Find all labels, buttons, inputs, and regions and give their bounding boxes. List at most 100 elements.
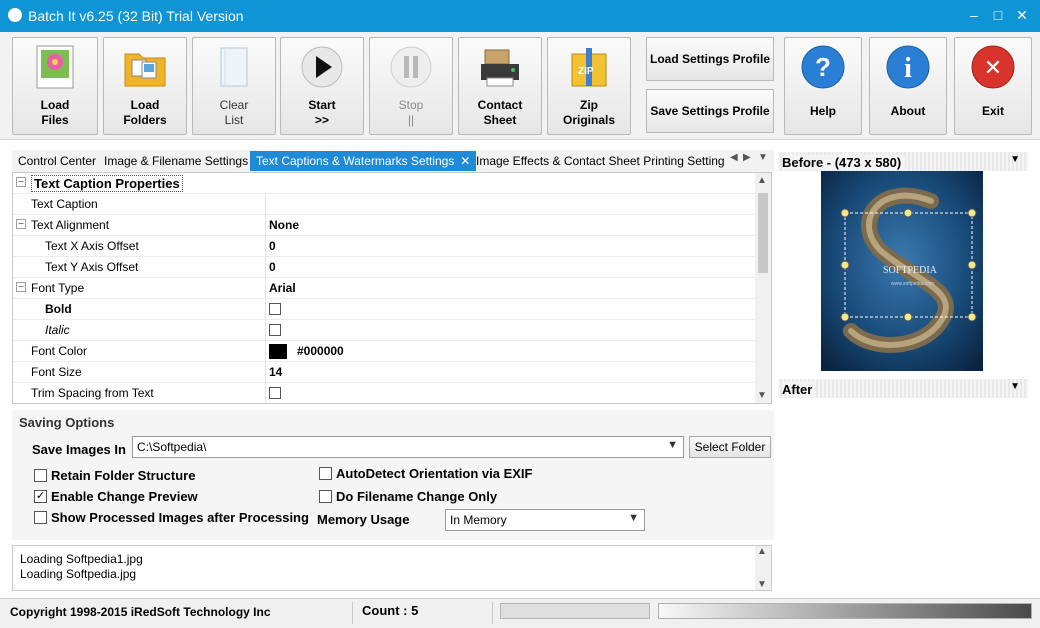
prop-font-type[interactable]: − Font Type Arial	[13, 278, 755, 299]
stop-line1: Stop	[398, 98, 424, 112]
save-path-input[interactable]: C:\Softpedia\ ▼	[132, 436, 684, 458]
filename-change-only-checkbox[interactable]	[319, 490, 332, 503]
log-line: Loading Softpedia.jpg	[20, 567, 137, 581]
prop-text-alignment[interactable]: − Text Alignment None	[13, 215, 755, 236]
tab-image-effects-contact-sheet[interactable]: Image Effects & Contact Sheet Printing S…	[470, 151, 728, 171]
prop-font-type-value[interactable]: Arial	[269, 281, 296, 295]
clear-list-button[interactable]: Clear List	[192, 37, 276, 135]
load-settings-profile-button[interactable]: Load Settings Profile	[646, 37, 774, 81]
load-folders-line1: Load	[130, 98, 160, 112]
saving-options-title: Saving Options	[19, 415, 115, 430]
exit-button[interactable]: ✕ Exit	[954, 37, 1032, 135]
memory-usage-select[interactable]: In Memory ▼	[445, 509, 645, 531]
contact-sheet-button[interactable]: Contact Sheet	[458, 37, 542, 135]
prop-text-y-offset-name: Text Y Axis Offset	[45, 260, 139, 274]
contact-sheet-line2: Sheet	[483, 113, 517, 127]
window-title: Batch It v6.25 (32 Bit) Trial Version	[28, 8, 244, 24]
collapse-icon[interactable]: −	[16, 219, 26, 230]
before-preview-image[interactable]: SOFTPEDIA www.softpedia.com	[821, 171, 983, 371]
bold-checkbox[interactable]	[269, 303, 281, 315]
scroll-down-icon[interactable]: ▼	[757, 579, 767, 590]
load-files-line1: Load	[40, 98, 70, 112]
tab-scroll-left-icon[interactable]: ◀	[730, 152, 738, 163]
save-settings-profile-button[interactable]: Save Settings Profile	[646, 89, 774, 133]
chevron-down-icon[interactable]: ▼	[628, 512, 639, 524]
help-button[interactable]: ? Help	[784, 37, 862, 135]
prop-bold[interactable]: Bold	[13, 299, 755, 320]
trim-spacing-checkbox[interactable]	[269, 387, 281, 399]
prop-text-alignment-value[interactable]: None	[269, 218, 299, 232]
contact-sheet-line1: Contact	[477, 98, 523, 112]
tab-text-captions-label: Text Captions & Watermarks Settings	[256, 154, 455, 168]
prop-font-size[interactable]: Font Size 14	[13, 362, 755, 383]
app-icon	[8, 8, 22, 22]
load-folders-line2: Folders	[123, 113, 167, 127]
prop-text-x-offset[interactable]: Text X Axis Offset 0	[13, 236, 755, 257]
watermark-url: www.softpedia.com	[891, 281, 934, 287]
chevron-down-icon[interactable]: ▼	[1010, 381, 1020, 392]
prop-text-alignment-name: Text Alignment	[31, 218, 110, 232]
prop-text-x-offset-value[interactable]: 0	[269, 239, 276, 253]
tab-image-filename-settings[interactable]: Image & Filename Settings	[98, 151, 254, 171]
pause-icon	[390, 46, 432, 88]
enable-change-preview-checkbox[interactable]: ✓	[34, 490, 47, 503]
prop-text-y-offset[interactable]: Text Y Axis Offset 0	[13, 257, 755, 278]
start-button[interactable]: Start >>	[280, 37, 364, 135]
close-icon[interactable]: ✕	[1010, 4, 1034, 26]
chevron-down-icon[interactable]: ▼	[667, 439, 678, 451]
help-icon: ?	[801, 45, 845, 89]
minimize-icon[interactable]: –	[962, 4, 986, 26]
select-folder-button[interactable]: Select Folder	[689, 436, 771, 458]
save-images-label: Save Images In	[32, 442, 126, 457]
prop-font-size-value[interactable]: 14	[269, 365, 282, 379]
scroll-down-icon[interactable]: ▼	[757, 390, 767, 401]
before-preview-title: Before - (473 x 580)	[782, 155, 906, 170]
collapse-icon[interactable]: −	[16, 282, 26, 293]
scrollbar-thumb[interactable]	[758, 193, 768, 273]
category-text-caption-row[interactable]: − Text Caption Properties	[13, 173, 755, 194]
show-processed-images-checkbox[interactable]	[34, 511, 47, 524]
chevron-down-icon[interactable]: ▼	[1010, 154, 1020, 165]
tab-scroll-right-icon[interactable]: ▶	[743, 152, 751, 163]
retain-folder-structure-checkbox[interactable]	[34, 469, 47, 482]
scroll-up-icon[interactable]: ▲	[757, 175, 767, 186]
prop-trim-spacing-name: Trim Spacing from Text	[31, 386, 154, 400]
collapse-icon[interactable]: −	[16, 177, 26, 188]
property-grid: − Text Caption Properties Text Caption −…	[12, 172, 772, 404]
prop-font-color-value: #000000	[297, 344, 344, 358]
italic-checkbox[interactable]	[269, 324, 281, 336]
help-glyph: ?	[815, 52, 831, 82]
close-tab-icon[interactable]: ✕	[460, 151, 470, 171]
stop-button[interactable]: Stop ||	[369, 37, 453, 135]
log-scrollbar[interactable]: ▲ ▼	[755, 546, 771, 590]
load-folders-button[interactable]: Load Folders	[103, 37, 187, 135]
exit-icon: ✕	[971, 45, 1015, 89]
autodetect-orientation-checkbox[interactable]	[319, 467, 332, 480]
property-grid-scrollbar[interactable]: ▲ ▼	[755, 173, 771, 403]
zip-originals-button[interactable]: ZIP Zip Originals	[547, 37, 631, 135]
font-color-swatch[interactable]	[269, 344, 287, 359]
memory-usage-value: In Memory	[450, 513, 507, 527]
prop-text-y-offset-value[interactable]: 0	[269, 260, 276, 274]
copyright-text: Copyright 1998-2015 iRedSoft Technology …	[10, 605, 271, 619]
folder-photos-icon	[124, 53, 166, 87]
tab-control-center[interactable]: Control Center	[12, 151, 102, 171]
prop-italic[interactable]: Italic	[13, 320, 755, 341]
tab-text-captions-watermarks[interactable]: Text Captions & Watermarks Settings ✕	[250, 151, 477, 171]
help-label: Help	[809, 104, 836, 118]
prop-italic-name: Italic	[45, 323, 70, 337]
maximize-icon[interactable]: □	[986, 4, 1010, 26]
prop-trim-spacing[interactable]: Trim Spacing from Text	[13, 383, 755, 403]
scroll-up-icon[interactable]: ▲	[757, 546, 767, 557]
filename-change-only-label: Do Filename Change Only	[336, 489, 498, 504]
after-preview-title: After	[782, 382, 817, 397]
prop-font-color[interactable]: Font Color #000000	[13, 341, 755, 362]
prop-text-caption[interactable]: Text Caption	[13, 194, 755, 215]
saving-options-panel: Saving Options Save Images In C:\Softped…	[12, 410, 774, 540]
exit-glyph: ✕	[984, 56, 1002, 81]
about-glyph: i	[904, 53, 912, 84]
about-button[interactable]: i About	[869, 37, 947, 135]
tab-list-dropdown-icon[interactable]: ▼	[758, 152, 768, 163]
prop-font-size-name: Font Size	[31, 365, 82, 379]
load-files-button[interactable]: Load Files	[12, 37, 98, 135]
